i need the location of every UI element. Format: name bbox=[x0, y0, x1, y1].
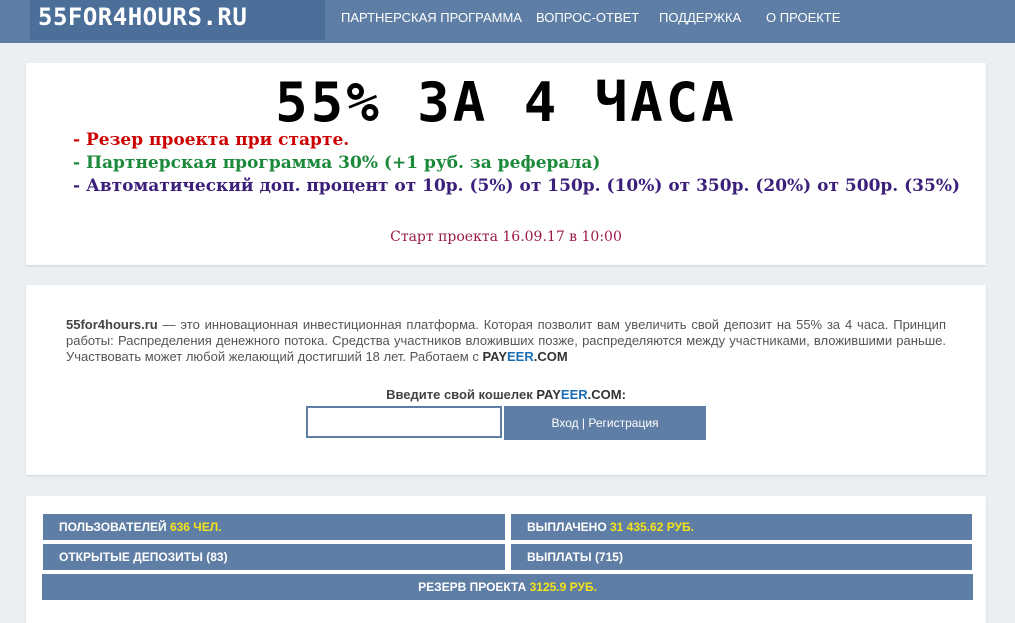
feature-extra-percent: - Автоматический доп. процент от 10р. (5… bbox=[73, 176, 961, 196]
feature-reserve: - Резер проекта при старте. bbox=[73, 130, 350, 150]
stat-paid: ВЫПЛАЧЕНО 31 435.62 РУБ. bbox=[511, 514, 972, 540]
stat-reserve-value: 3125.9 РУБ. bbox=[529, 580, 597, 594]
login-register-button[interactable]: Вход | Регистрация bbox=[504, 406, 706, 440]
stats-card: ПОЛЬЗОВАТЕЛЕЙ 636 ЧЕЛ. ВЫПЛАЧЕНО 31 435.… bbox=[26, 496, 986, 623]
site-logo-text: 55FOR4HOURS.RU bbox=[38, 3, 248, 31]
stat-paid-value: 31 435.62 РУБ. bbox=[609, 520, 694, 534]
payeer-logo-part-2: EER bbox=[507, 349, 534, 364]
wallet-label: Введите свой кошелек PAYEER.COM: bbox=[26, 387, 986, 402]
top-navigation-bar: 55FOR4HOURS.RU ПАРТНЕРСКАЯ ПРОГРАММА ВОП… bbox=[0, 0, 1015, 43]
wallet-payeer-part-3: .COM: bbox=[587, 387, 626, 402]
wallet-payeer-part-1: PAY bbox=[536, 387, 561, 402]
stat-reserve: РЕЗЕРВ ПРОЕКТА 3125.9 РУБ. bbox=[42, 574, 973, 600]
nav-faq[interactable]: ВОПРОС-ОТВЕТ bbox=[536, 10, 639, 25]
intro-description: 55for4hours.ru — это инновационная инвес… bbox=[66, 317, 946, 365]
hero-title: 55% ЗА 4 ЧАСА bbox=[275, 71, 737, 134]
stat-paid-label: ВЫПЛАЧЕНО bbox=[527, 520, 610, 534]
stat-users-value: 636 ЧЕЛ. bbox=[169, 520, 222, 534]
stat-payouts[interactable]: ВЫПЛАТЫ (715) bbox=[511, 544, 972, 570]
wallet-label-text: Введите свой кошелек bbox=[386, 387, 537, 402]
feature-partner-program: - Партнерская программа 30% (+1 руб. за … bbox=[73, 153, 601, 173]
project-start-date: Старт проекта 16.09.17 в 10:00 bbox=[390, 229, 622, 245]
payeer-logo-part-1: PAY bbox=[482, 349, 508, 364]
payeer-logo-part-3: .COM bbox=[533, 349, 568, 364]
wallet-input[interactable] bbox=[306, 406, 502, 438]
stat-users: ПОЛЬЗОВАТЕЛЕЙ 636 ЧЕЛ. bbox=[43, 514, 505, 540]
nav-support[interactable]: ПОДДЕРЖКА bbox=[659, 10, 741, 25]
site-logo[interactable]: 55FOR4HOURS.RU bbox=[30, 0, 325, 40]
hero-card: 55% ЗА 4 ЧАСА - Резер проекта при старте… bbox=[26, 63, 986, 265]
nav-about[interactable]: О ПРОЕКТЕ bbox=[766, 10, 840, 25]
stat-reserve-label: РЕЗЕРВ ПРОЕКТА bbox=[418, 580, 530, 594]
wallet-payeer-part-2: EER bbox=[560, 387, 588, 402]
stat-open-deposits[interactable]: ОТКРЫТЫЕ ДЕПОЗИТЫ (83) bbox=[43, 544, 505, 570]
nav-partner-program[interactable]: ПАРТНЕРСКАЯ ПРОГРАММА bbox=[341, 10, 522, 25]
intro-card: 55for4hours.ru — это инновационная инвес… bbox=[26, 285, 986, 475]
site-name: 55for4hours.ru bbox=[66, 317, 158, 332]
stat-users-label: ПОЛЬЗОВАТЕЛЕЙ bbox=[59, 520, 170, 534]
